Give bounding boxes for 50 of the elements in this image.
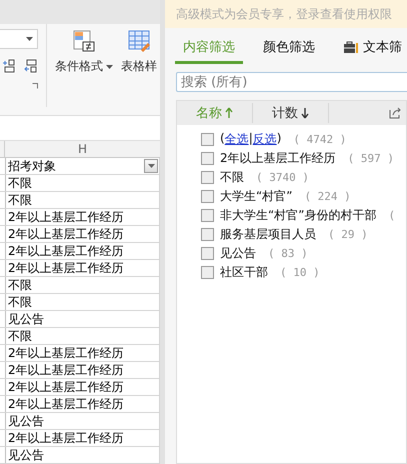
checkbox[interactable] [201,266,214,279]
checkbox[interactable] [201,247,214,260]
checkbox[interactable] [201,190,214,203]
checkbox[interactable] [201,228,214,241]
separator: | [248,131,253,147]
invert-selection-link[interactable]: 反选 [252,131,277,148]
search-field[interactable]: 搜索 (所有) [176,72,407,92]
toolbox-icon [343,40,359,54]
item-count: ( 29 ) [328,228,368,241]
filter-item-label[interactable]: 服务基层项目人员 [220,226,316,243]
close-paren: ) [276,131,282,147]
caret-icon [106,64,113,68]
up-arrow-icon [225,107,233,119]
item-count: ( 597 ) [348,152,394,165]
item-count: ( 224 ) [304,190,351,203]
sort-column-button[interactable]: 计数 [253,103,329,123]
filter-item-label[interactable]: 见公告 [220,245,256,262]
table-style-button[interactable]: 表格样 [113,24,157,115]
caret-icon [26,37,33,41]
filter-tab[interactable]: 颜色筛选 [255,38,323,64]
item-count: ( 83 ) [268,247,308,260]
filter-tab[interactable]: 文本筛 [335,38,407,64]
conditional-format-button[interactable]: 条件格式 [47,24,113,115]
table-style-icon [128,30,150,52]
header-text: 招考对象 [8,158,56,174]
member-notice: 高级模式为会员专享，登录查看使用权限 [165,0,407,28]
font-size-dropdown[interactable] [0,29,38,49]
down-arrow-icon [301,107,309,119]
filter-item-label[interactable]: 大学生“村官” [220,188,292,205]
checkbox[interactable] [201,171,214,184]
filter-item-label[interactable]: 2年以上基层工作经历 [220,150,336,167]
open-paren: ( [220,131,225,147]
checkbox[interactable] [201,152,214,165]
checkbox[interactable] [201,209,214,222]
conditional-format-icon [73,30,95,52]
export-icon[interactable] [389,107,402,119]
item-count: ( 10 ) [280,266,320,279]
caret-icon [148,164,154,168]
filter-dropdown-button[interactable] [144,159,158,173]
item-count: ( 4742 ) [293,133,346,146]
select-all-link[interactable]: 全选 [224,131,249,148]
checkbox[interactable] [201,133,214,146]
filter-item-label[interactable]: 社区干部 [220,264,268,281]
increase-decimal-icon[interactable] [2,59,16,73]
decrease-decimal-icon[interactable] [24,59,38,73]
item-count: ( [388,209,396,222]
dialog-launcher-icon[interactable] [32,83,38,89]
item-count: ( 3740 ) [256,171,309,184]
filter-item-label[interactable]: 不限 [220,169,244,186]
filter-item-label[interactable]: 非大学生“村官”身份的村干部 [220,207,376,224]
